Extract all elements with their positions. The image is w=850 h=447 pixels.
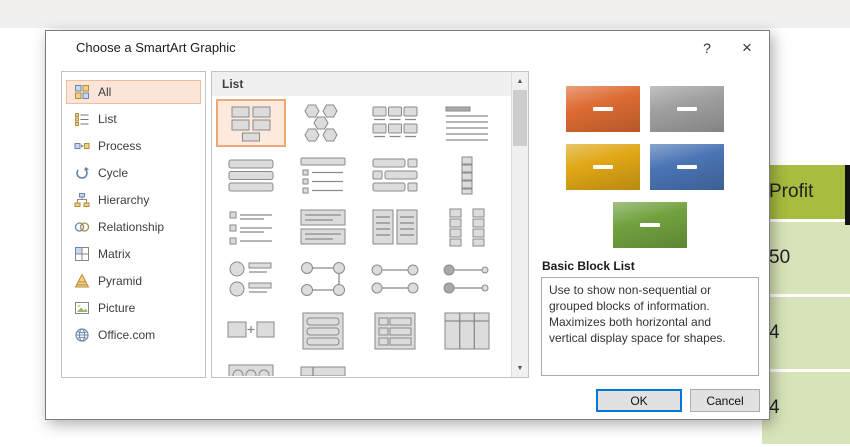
process-category-icon [74, 138, 91, 154]
preview-graphic [541, 71, 759, 253]
sheet-cell[interactable]: 50 [762, 222, 850, 297]
sheet-selection-border [845, 165, 850, 225]
smartart-dialog: Choose a SmartArt Graphic ? × All List Pro… [45, 30, 770, 420]
cancel-button[interactable]: Cancel [690, 389, 760, 412]
smartart-thumbnail-staggered-bars[interactable] [360, 151, 430, 199]
dialog-title: Choose a SmartArt Graphic [76, 40, 236, 55]
smartart-thumbnail-node-link-row-alt[interactable] [432, 255, 502, 303]
smartart-thumbnail-framed-list[interactable] [288, 307, 358, 355]
sidebar-item-label: List [98, 112, 117, 126]
smartart-thumbnail-paired-columns[interactable] [432, 203, 502, 251]
smartart-thumbnail-node-link-row[interactable] [360, 255, 430, 303]
smartart-thumbnail-segmented-bars[interactable] [288, 359, 358, 376]
shape-text-dash [640, 223, 660, 227]
smartart-thumbnail-framed-accent-list[interactable] [360, 307, 430, 355]
smartart-thumbnail-connected-loop[interactable] [288, 255, 358, 303]
sidebar-item-label: Process [98, 139, 142, 153]
sidebar-item-process[interactable]: Process [66, 134, 201, 158]
cycle-category-icon [74, 165, 91, 181]
preview-shape [566, 86, 640, 132]
preview-shape [613, 202, 687, 248]
sidebar-item-label: Picture [98, 301, 136, 315]
all-categories-icon [74, 84, 91, 100]
sidebar-item-label: Office.com [98, 328, 156, 342]
sidebar-item-office-com[interactable]: Office.com [66, 323, 201, 347]
shape-text-dash [593, 107, 613, 111]
smartart-thumbnail-grouped-columns[interactable] [360, 203, 430, 251]
picture-category-icon [74, 300, 91, 316]
smartart-thumbnail-ruled-lines[interactable] [432, 99, 502, 147]
smartart-thumbnail-header-bullet-list[interactable] [288, 151, 358, 199]
help-button[interactable]: ? [691, 34, 723, 62]
preview-shape [650, 144, 724, 190]
sheet-cell[interactable]: 4 [762, 297, 850, 372]
shape-text-dash [593, 165, 613, 169]
preview-title: Basic Block List [542, 259, 635, 273]
smartart-thumbnail-stacked-bars[interactable] [216, 151, 286, 199]
office-com-category-icon [74, 327, 91, 343]
sheet-column: Profit 50 4 4 [762, 165, 850, 447]
hierarchy-category-icon [74, 192, 91, 208]
scroll-down-icon[interactable]: ▼ [512, 360, 528, 376]
sidebar-item-label: Hierarchy [98, 193, 150, 207]
smartart-thumbnail-dial-shapes[interactable] [216, 359, 286, 376]
sidebar-item-relationship[interactable]: Relationship [66, 215, 201, 239]
smartart-thumbnail-three-column-table[interactable] [432, 307, 502, 355]
smartart-gallery [215, 98, 509, 376]
sidebar-item-label: Cycle [98, 166, 129, 180]
category-list: All List Process Cycle Hierarchy Relationship… [61, 71, 206, 378]
shape-text-dash [677, 165, 697, 169]
dialog-titlebar[interactable]: Choose a SmartArt Graphic ? × [46, 31, 769, 65]
close-button[interactable]: × [731, 34, 763, 62]
list-category-icon [74, 111, 91, 127]
scrollbar-thumb[interactable] [513, 90, 527, 146]
sidebar-item-label: Pyramid [98, 274, 143, 288]
sidebar-item-matrix[interactable]: Matrix [66, 242, 201, 266]
sidebar-item-label: Relationship [98, 220, 165, 234]
gallery-header: List [212, 72, 512, 96]
preview-shape [566, 144, 640, 190]
smartart-thumbnail-hexagon-cluster[interactable] [288, 99, 358, 147]
sidebar-item-pyramid[interactable]: Pyramid [66, 269, 201, 293]
ok-button[interactable]: OK [596, 389, 682, 412]
sidebar-item-hierarchy[interactable]: Hierarchy [66, 188, 201, 212]
scroll-up-icon[interactable]: ▲ [512, 73, 528, 89]
smartart-thumbnail-bullet-lines[interactable] [216, 203, 286, 251]
gallery-panel: List ▲ ▼ [211, 71, 529, 378]
smartart-thumbnail-plus-boxes[interactable] [216, 307, 286, 355]
sidebar-item-list[interactable]: List [66, 107, 201, 131]
smartart-thumbnail-basic-block-list[interactable] [216, 99, 286, 147]
sheet-header-cell[interactable]: Profit [762, 165, 850, 222]
preview-panel: Basic Block List Use to show non-sequent… [541, 71, 759, 378]
sheet-cell[interactable]: 4 [762, 372, 850, 447]
matrix-category-icon [74, 246, 91, 262]
gallery-scrollbar[interactable]: ▲ ▼ [511, 72, 528, 377]
close-icon: × [742, 38, 752, 57]
preview-description: Use to show non-sequential or grouped bl… [541, 277, 759, 376]
shape-text-dash [677, 107, 697, 111]
sidebar-item-picture[interactable]: Picture [66, 296, 201, 320]
sidebar-item-label: Matrix [98, 247, 131, 261]
sidebar-item-all[interactable]: All [66, 80, 201, 104]
smartart-thumbnail-vertical-segments[interactable] [432, 151, 502, 199]
smartart-thumbnail-caption-grid[interactable] [360, 99, 430, 147]
sidebar-item-label: All [98, 85, 112, 99]
smartart-thumbnail-text-boxes[interactable] [288, 203, 358, 251]
help-icon: ? [703, 40, 711, 56]
relationship-category-icon [74, 219, 91, 235]
desktop-top-strip [0, 0, 850, 28]
preview-shape [650, 86, 724, 132]
pyramid-category-icon [74, 273, 91, 289]
sidebar-item-cycle[interactable]: Cycle [66, 161, 201, 185]
smartart-thumbnail-picture-pairs[interactable] [216, 255, 286, 303]
